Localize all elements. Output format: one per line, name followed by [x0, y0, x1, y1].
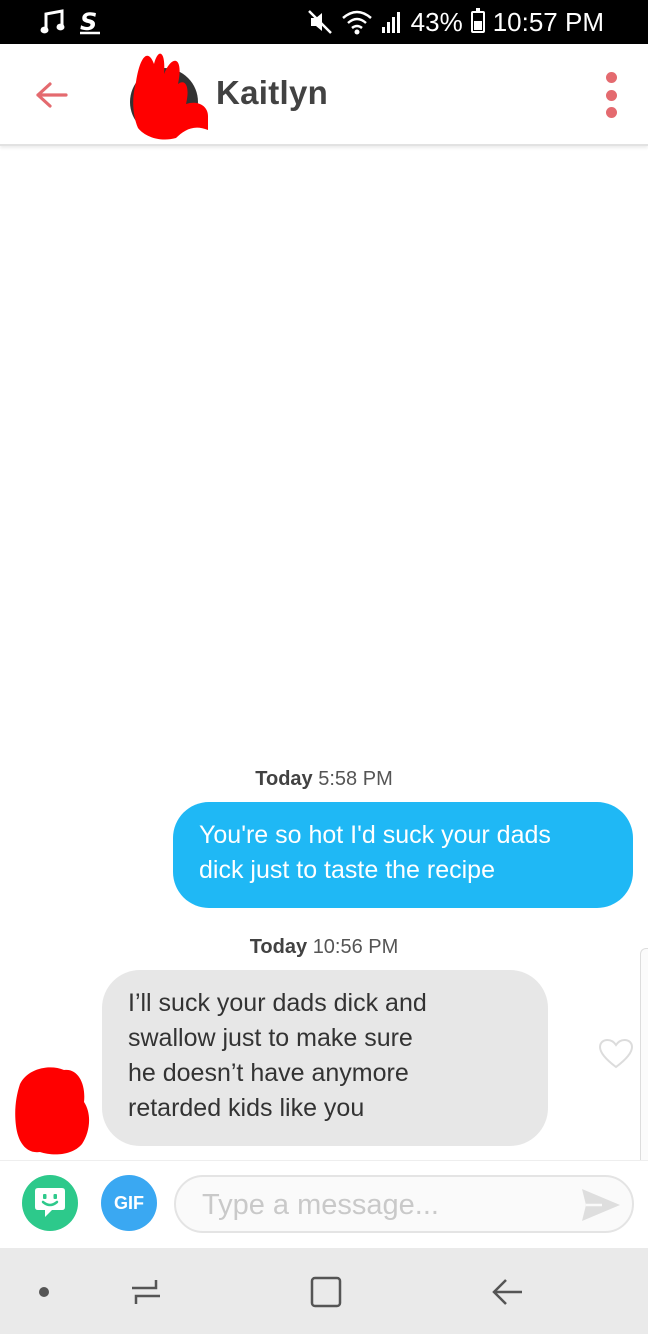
s-app-icon: S	[80, 8, 100, 36]
music-note-icon	[40, 9, 65, 34]
gif-button[interactable]: GIF	[101, 1175, 157, 1231]
menu-dot	[605, 107, 617, 118]
nav-back-button[interactable]	[486, 1270, 530, 1314]
chat-header: Kaitlyn	[0, 44, 648, 146]
recent-apps-button[interactable]	[124, 1270, 168, 1314]
dot-icon	[39, 1287, 49, 1297]
signal-icon	[381, 12, 400, 33]
back-icon	[492, 1279, 522, 1305]
back-button[interactable]	[30, 74, 72, 116]
sticker-button[interactable]	[22, 1175, 78, 1231]
message-input[interactable]	[202, 1185, 572, 1225]
timestamp-time: 10:56 PM	[312, 936, 399, 958]
message-line: dick just to taste the recipe	[199, 856, 495, 884]
battery-percentage: 43%	[410, 6, 463, 37]
received-message-bubble[interactable]: I’ll suck your dads dick and swallow jus…	[102, 970, 548, 1146]
message-line: You're so hot I'd suck your dads	[199, 821, 551, 849]
sticker-icon	[35, 1188, 65, 1217]
timestamp-day: Today	[255, 768, 313, 790]
menu-dot	[605, 89, 617, 101]
home-button[interactable]	[304, 1270, 348, 1314]
more-options-button[interactable]	[596, 72, 626, 118]
recent-apps-icon	[132, 1280, 160, 1304]
message-line: swallow just to make sure	[128, 1024, 413, 1052]
message-line: I’ll suck your dads dick and	[128, 989, 427, 1017]
status-right-icons: 43% 10:57 PM	[307, 6, 604, 38]
sent-message-bubble[interactable]: You're so hot I'd suck your dads dick ju…	[173, 802, 633, 908]
redacted-avatar	[130, 53, 208, 140]
status-time: 10:57 PM	[492, 6, 604, 37]
mute-icon	[307, 10, 332, 34]
heart-icon[interactable]	[598, 1038, 634, 1070]
avatar[interactable]	[130, 53, 208, 140]
back-arrow-icon	[36, 82, 68, 108]
send-icon[interactable]	[580, 1187, 622, 1223]
system-nav-bar	[0, 1248, 648, 1334]
status-left-icons: S	[40, 8, 102, 36]
status-bar: S 43% 10:57 PM	[0, 0, 648, 44]
message-timestamp: Today 5:58 PM	[0, 768, 648, 791]
message-input-container[interactable]	[174, 1175, 634, 1233]
nav-dot-button[interactable]	[22, 1270, 66, 1314]
timestamp-time: 5:58 PM	[318, 768, 393, 790]
more-vertical-icon	[605, 72, 617, 83]
battery-icon	[470, 8, 485, 33]
contact-name[interactable]: Kaitlyn	[216, 74, 328, 112]
message-line: he doesn’t have anymore	[128, 1059, 409, 1087]
message-timestamp: Today 10:56 PM	[0, 936, 648, 959]
wifi-icon	[341, 10, 372, 35]
sender-avatar[interactable]	[14, 1064, 92, 1156]
message-composer: GIF	[0, 1160, 648, 1248]
message-line: retarded kids like you	[128, 1094, 365, 1122]
home-icon	[310, 1276, 342, 1308]
timestamp-day: Today	[249, 936, 308, 958]
